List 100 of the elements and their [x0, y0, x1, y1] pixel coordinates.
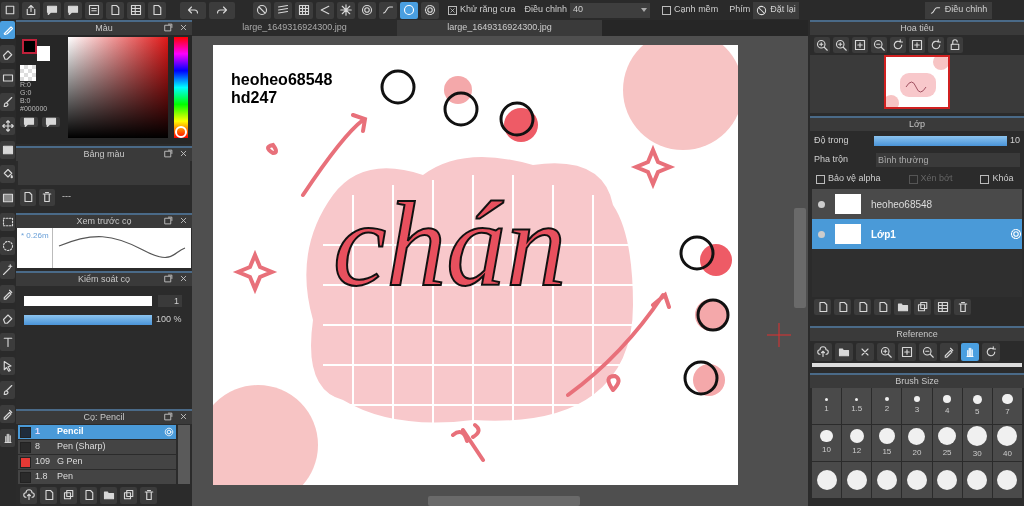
- brush-size-cell[interactable]: 5: [962, 388, 992, 424]
- blend-mode-dropdown[interactable]: Bình thường: [876, 153, 1020, 167]
- tool-button[interactable]: [209, 1, 235, 19]
- tool-button[interactable]: [39, 188, 55, 206]
- tool-button[interactable]: [0, 213, 15, 231]
- document-tab[interactable]: large_1649316924300.jpg: [192, 20, 397, 36]
- tool-button[interactable]: [894, 299, 911, 315]
- tool-button[interactable]: [274, 1, 292, 19]
- brush-size-cell[interactable]: 30: [962, 425, 992, 461]
- tool-button[interactable]: [421, 1, 439, 19]
- tool-button[interactable]: [914, 299, 931, 315]
- tool-button[interactable]: [898, 343, 916, 361]
- tool-button[interactable]: [0, 45, 15, 63]
- scrollbar[interactable]: [178, 425, 190, 484]
- tool-button[interactable]: [834, 299, 851, 315]
- tool-button[interactable]: [1, 1, 19, 19]
- tool-button[interactable]: [814, 299, 831, 315]
- brush-item[interactable]: 8 Pen (Sharp): [18, 440, 176, 454]
- tool-button[interactable]: [106, 1, 124, 19]
- brush-size-cell[interactable]: [992, 462, 1022, 498]
- tool-button[interactable]: [874, 299, 891, 315]
- tool-button[interactable]: [100, 486, 117, 504]
- tool-button[interactable]: [856, 343, 874, 361]
- brush-size-cell[interactable]: [962, 462, 992, 498]
- tool-button[interactable]: [43, 1, 61, 19]
- tool-button[interactable]: [814, 343, 832, 361]
- brush-size-cell[interactable]: [842, 462, 872, 498]
- layer-item[interactable]: heoheo68548: [812, 189, 1022, 219]
- foreground-color-swatch[interactable]: [22, 39, 37, 54]
- tool-button[interactable]: [0, 309, 15, 327]
- tool-button[interactable]: [871, 37, 887, 53]
- tool-button[interactable]: [85, 1, 103, 19]
- tool-button[interactable]: [814, 37, 830, 53]
- tool-button[interactable]: [833, 37, 849, 53]
- checkbox[interactable]: [980, 174, 990, 184]
- background-color-swatch[interactable]: [37, 46, 50, 61]
- tool-button[interactable]: [253, 1, 271, 19]
- tool-button[interactable]: [0, 261, 15, 279]
- reset-button[interactable]: Đặt lại: [753, 1, 799, 19]
- tool-button[interactable]: [148, 1, 166, 19]
- tool-button[interactable]: [64, 1, 82, 19]
- tool-button[interactable]: [0, 117, 15, 135]
- tool-button[interactable]: [890, 37, 906, 53]
- tool-button[interactable]: [20, 188, 36, 206]
- brush-size-cell[interactable]: 40: [992, 425, 1022, 461]
- brush-size-cell[interactable]: 1: [812, 388, 842, 424]
- tool-button[interactable]: [940, 343, 958, 361]
- color-field[interactable]: [68, 37, 168, 138]
- tool-button[interactable]: [80, 486, 97, 504]
- brush-size-field[interactable]: 1: [158, 295, 182, 307]
- brush-size-cell[interactable]: 2: [872, 388, 902, 424]
- tool-button[interactable]: [337, 1, 355, 19]
- brush-size-cell[interactable]: 1.5: [842, 388, 872, 424]
- brush-item[interactable]: 1 Pencil: [18, 425, 176, 439]
- tool-button[interactable]: [0, 189, 15, 207]
- visibility-toggle[interactable]: [818, 230, 825, 238]
- brush-size-cell[interactable]: [872, 462, 902, 498]
- tool-button[interactable]: [60, 486, 77, 504]
- tool-button[interactable]: [40, 486, 57, 504]
- brush-size-cell[interactable]: 4: [932, 388, 962, 424]
- tool-button[interactable]: [947, 37, 963, 53]
- tool-button[interactable]: [22, 1, 40, 19]
- tool-button[interactable]: [400, 1, 418, 19]
- brush-size-slider[interactable]: [24, 296, 152, 306]
- checkbox[interactable]: [662, 5, 672, 15]
- tool-button[interactable]: [0, 285, 15, 303]
- correction-dropdown[interactable]: 40: [570, 2, 651, 18]
- brush-item[interactable]: 109 G Pen: [18, 455, 176, 469]
- tool-button[interactable]: [358, 1, 376, 19]
- tool-button[interactable]: [934, 299, 951, 315]
- tool-button[interactable]: [42, 117, 60, 127]
- tool-button[interactable]: [0, 405, 15, 423]
- tool-button[interactable]: [954, 299, 971, 315]
- brush-size-cell[interactable]: 7: [992, 388, 1022, 424]
- tool-button[interactable]: [0, 429, 15, 447]
- navigator-thumbnail[interactable]: [884, 55, 950, 109]
- brush-item[interactable]: 1.8 Pen: [18, 470, 176, 484]
- tool-button[interactable]: [295, 1, 313, 19]
- brush-size-cell[interactable]: [932, 462, 962, 498]
- tool-button[interactable]: [0, 165, 15, 183]
- tool-button[interactable]: [877, 343, 895, 361]
- horizontal-scrollbar[interactable]: [428, 496, 580, 506]
- brush-size-cell[interactable]: 20: [902, 425, 932, 461]
- transparent-swatch[interactable]: [20, 65, 36, 81]
- layer-item[interactable]: Lớp1: [812, 219, 1022, 249]
- brush-size-cell[interactable]: 25: [932, 425, 962, 461]
- tool-button[interactable]: [127, 1, 145, 19]
- adjust-button[interactable]: Điều chỉnh: [924, 1, 993, 19]
- tool-button[interactable]: [919, 343, 937, 361]
- vertical-scrollbar[interactable]: [794, 208, 806, 308]
- tool-button[interactable]: [20, 117, 38, 127]
- visibility-toggle[interactable]: [818, 200, 825, 208]
- tool-button[interactable]: [316, 1, 334, 19]
- tool-button[interactable]: [852, 37, 868, 53]
- brush-size-cell[interactable]: [812, 462, 842, 498]
- tool-button[interactable]: [0, 93, 15, 111]
- brush-size-cell[interactable]: 10: [812, 425, 842, 461]
- tool-button[interactable]: [909, 37, 925, 53]
- tool-button[interactable]: [835, 343, 853, 361]
- brush-size-cell[interactable]: 12: [842, 425, 872, 461]
